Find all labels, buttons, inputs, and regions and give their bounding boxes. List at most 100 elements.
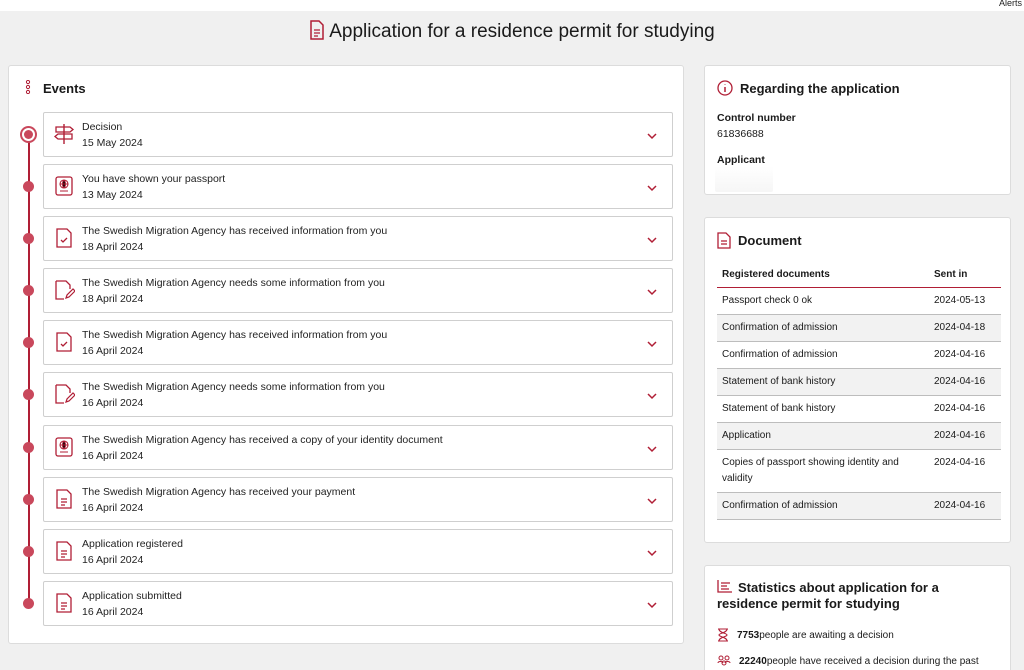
awaiting-text: people are awaiting a decision (759, 629, 894, 641)
document-heading-text: Document (738, 233, 802, 248)
control-number-value: 61836688 (717, 128, 764, 140)
statistics-card: Statistics about application for a resid… (704, 565, 1011, 670)
event-item[interactable]: The Swedish Migration Agency has receive… (43, 425, 673, 470)
timeline-dot (23, 337, 34, 348)
page-title-text: Application for a residence permit for s… (329, 21, 715, 42)
column-header-sent-in: Sent in (929, 262, 1001, 288)
event-title: The Swedish Migration Agency has receive… (82, 225, 388, 237)
info-icon (717, 80, 733, 96)
timeline-dot (23, 233, 34, 244)
event-item[interactable]: The Swedish Migration Agency needs some … (43, 268, 673, 313)
applicant-label: Applicant (717, 154, 765, 166)
documents-table: Registered documents Sent in Passport ch… (717, 262, 1001, 520)
document-heading: Document (717, 232, 802, 249)
chevron-down-icon[interactable] (646, 598, 658, 610)
document-icon (309, 20, 325, 46)
table-row[interactable]: Application 2024-04-16 (717, 422, 1001, 450)
control-number-label: Control number (717, 112, 796, 124)
column-header-documents: Registered documents (717, 262, 929, 288)
event-title: The Swedish Migration Agency needs some … (82, 277, 385, 289)
document-check-icon (53, 331, 75, 353)
event-date: 15 May 2024 (82, 137, 143, 149)
events-heading-text: Events (43, 81, 86, 96)
table-row[interactable]: Confirmation of admission 2024-04-18 (717, 314, 1001, 342)
document-name[interactable]: Application (717, 422, 929, 450)
event-date: 16 April 2024 (82, 606, 144, 618)
signpost-icon (53, 123, 75, 145)
event-item[interactable]: Decision 15 May 2024 (43, 112, 673, 157)
chart-icon (717, 580, 732, 593)
event-item[interactable]: The Swedish Migration Agency needs some … (43, 372, 673, 417)
events-heading: Events (25, 79, 86, 97)
page-title: Application for a residence permit for s… (0, 20, 1024, 46)
timeline-dots-icon (25, 79, 35, 97)
event-title: Application submitted (82, 590, 182, 602)
chevron-down-icon[interactable] (646, 233, 658, 245)
timeline-dot (23, 494, 34, 505)
event-title: The Swedish Migration Agency needs some … (82, 381, 385, 393)
chevron-down-icon[interactable] (646, 442, 658, 454)
table-row[interactable]: Confirmation of admission 2024-04-16 (717, 492, 1001, 520)
document-icon (717, 232, 731, 249)
timeline-dot (23, 546, 34, 557)
event-date: 16 April 2024 (82, 450, 144, 462)
event-title: The Swedish Migration Agency has receive… (82, 434, 443, 446)
people-icon (717, 655, 731, 666)
hourglass-icon (718, 628, 728, 642)
document-name[interactable]: Copies of passport showing identity and … (717, 449, 929, 493)
chevron-down-icon[interactable] (646, 389, 658, 401)
timeline-line (28, 136, 30, 606)
event-item[interactable]: The Swedish Migration Agency has receive… (43, 216, 673, 261)
chevron-down-icon[interactable] (646, 181, 658, 193)
document-date: 2024-04-16 (929, 395, 1001, 423)
event-date: 18 April 2024 (82, 293, 144, 305)
document-name[interactable]: Statement of bank history (717, 368, 929, 396)
document-check-icon (53, 227, 75, 249)
document-date: 2024-04-16 (929, 341, 1001, 369)
table-row[interactable]: Confirmation of admission 2024-04-16 (717, 341, 1001, 369)
top-bar: Alerts (0, 0, 1024, 11)
alerts-link[interactable]: Alerts (999, 0, 1022, 8)
event-title: The Swedish Migration Agency has receive… (82, 486, 356, 498)
document-lines-icon (53, 488, 75, 510)
document-date: 2024-04-18 (929, 314, 1001, 342)
timeline-dot (23, 598, 34, 609)
event-item[interactable]: The Swedish Migration Agency has receive… (43, 320, 673, 365)
document-date: 2024-04-16 (929, 368, 1001, 396)
event-item[interactable]: Application registered 16 April 2024 (43, 529, 673, 574)
chevron-down-icon[interactable] (646, 337, 658, 349)
event-title: The Swedish Migration Agency has receive… (82, 329, 388, 341)
document-name[interactable]: Confirmation of admission (717, 492, 929, 520)
table-row[interactable]: Copies of passport showing identity and … (717, 449, 1001, 493)
table-row[interactable]: Statement of bank history 2024-04-16 (717, 368, 1001, 396)
event-item[interactable]: You have shown your passport 13 May 2024 (43, 164, 673, 209)
event-date: 16 April 2024 (82, 345, 144, 357)
event-item[interactable]: The Swedish Migration Agency has receive… (43, 477, 673, 522)
events-card: Events Decision 15 May 2024 You have shown… (8, 65, 684, 644)
event-date: 16 April 2024 (82, 397, 144, 409)
awaiting-count: 7753 (737, 629, 760, 641)
passport-icon (53, 175, 75, 197)
regarding-heading-text: Regarding the application (740, 80, 900, 96)
statistics-heading: Statistics about application for a resid… (717, 579, 997, 612)
statistics-heading-text: Statistics about application for a resid… (717, 580, 939, 611)
applicant-redacted (715, 166, 773, 192)
document-name[interactable]: Confirmation of admission (717, 314, 929, 342)
table-row[interactable]: Passport check 0 ok 2024-05-13 (717, 287, 1001, 315)
document-name[interactable]: Passport check 0 ok (717, 287, 929, 315)
document-edit-icon (53, 279, 76, 301)
chevron-down-icon[interactable] (646, 494, 658, 506)
regarding-card: Regarding the application Control number… (704, 65, 1011, 195)
document-lines-icon (53, 540, 75, 562)
document-name[interactable]: Statement of bank history (717, 395, 929, 423)
document-name[interactable]: Confirmation of admission (717, 341, 929, 369)
chevron-down-icon[interactable] (646, 285, 658, 297)
event-item[interactable]: Application submitted 16 April 2024 (43, 581, 673, 626)
timeline-dot (23, 442, 34, 453)
event-date: 16 April 2024 (82, 554, 144, 566)
event-date: 13 May 2024 (82, 189, 143, 201)
document-date: 2024-04-16 (929, 422, 1001, 450)
chevron-down-icon[interactable] (646, 129, 658, 141)
table-row[interactable]: Statement of bank history 2024-04-16 (717, 395, 1001, 423)
chevron-down-icon[interactable] (646, 546, 658, 558)
